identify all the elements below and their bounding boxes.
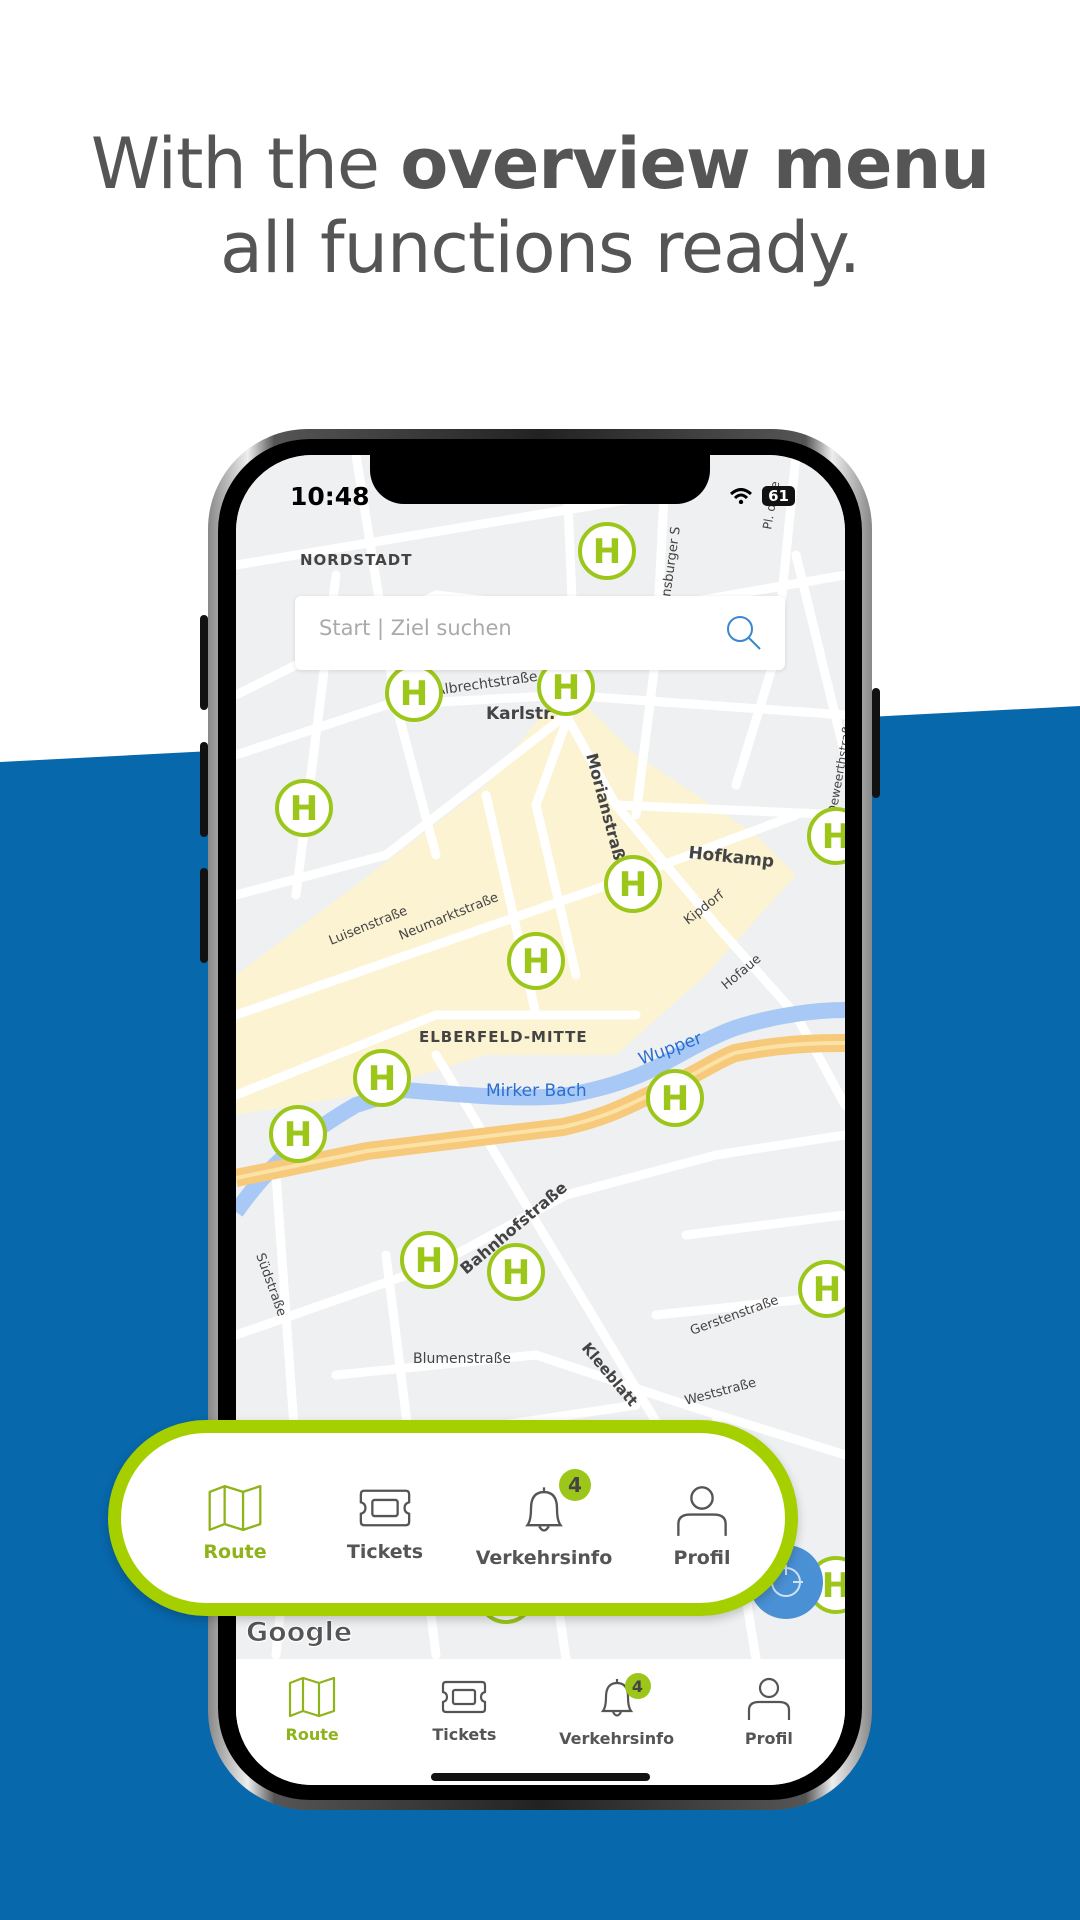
map-label: NORDSTADT — [300, 551, 412, 569]
tab-profil[interactable]: Profil — [693, 1659, 845, 1785]
tab-label: Route — [203, 1541, 267, 1563]
tab-label: Tickets — [432, 1725, 497, 1744]
map-icon — [208, 1485, 262, 1531]
bottom-tab-bar: Route Tickets 4 Verkehrsinfo Profil — [236, 1659, 845, 1785]
person-icon — [677, 1486, 727, 1536]
bus-stop-symbol: H — [813, 1270, 841, 1310]
tab-label: Route — [285, 1725, 339, 1744]
callout-tab-profil[interactable]: Profil — [627, 1433, 777, 1603]
ticket-icon — [442, 1680, 487, 1714]
overview-menu-callout: Route Tickets 4 Verkehrsinfo Profil — [108, 1420, 798, 1616]
bus-stop-symbol: H — [368, 1059, 396, 1099]
bus-stop-symbol: H — [593, 532, 621, 572]
bus-stop-symbol: H — [415, 1241, 443, 1281]
search-input[interactable] — [319, 616, 699, 640]
headline-line2: all functions ready. — [219, 207, 861, 289]
callout-tab-verkehrsinfo[interactable]: 4 Verkehrsinfo — [469, 1433, 619, 1603]
home-indicator — [431, 1773, 650, 1781]
map-label: ELBERFELD-MITTE — [419, 1028, 588, 1046]
wifi-icon — [730, 488, 753, 504]
person-icon — [747, 1677, 790, 1720]
headline-prefix: With the — [90, 123, 401, 205]
bus-stop-symbol: H — [400, 674, 428, 714]
phone-side-button — [200, 615, 208, 710]
notch — [370, 455, 710, 504]
map-icon — [289, 1677, 336, 1717]
status-icons: 61 — [730, 486, 795, 506]
tab-tickets[interactable]: Tickets — [388, 1659, 540, 1785]
tab-route[interactable]: Route — [236, 1659, 388, 1785]
notification-badge: 4 — [559, 1469, 591, 1501]
map-label: Blumenstraße — [413, 1351, 511, 1367]
callout-tab-tickets[interactable]: Tickets — [310, 1433, 460, 1603]
phone-side-button — [200, 868, 208, 963]
search-bar[interactable] — [295, 596, 785, 670]
bus-stop-symbol: H — [502, 1253, 530, 1293]
tab-label: Profil — [744, 1729, 793, 1748]
notification-badge: 4 — [624, 1673, 651, 1699]
phone-power-button — [872, 688, 880, 798]
tab-label: Verkehrsinfo — [475, 1547, 613, 1569]
tab-label: Verkehrsinfo — [559, 1729, 675, 1748]
google-logo: Google — [245, 1617, 353, 1649]
battery-indicator: 61 — [762, 486, 795, 506]
search-icon[interactable] — [725, 614, 763, 652]
bus-stop-symbol: H — [822, 1566, 845, 1606]
bus-stop-symbol: H — [284, 1115, 312, 1155]
ticket-icon — [359, 1489, 411, 1527]
tab-label: Tickets — [346, 1541, 424, 1563]
bus-stop-symbol: H — [661, 1079, 689, 1119]
headline-bold: overview menu — [400, 123, 990, 205]
map-label: Mirker Bach — [486, 1081, 587, 1101]
bus-stop-symbol: H — [522, 942, 550, 982]
status-time: 10:48 — [290, 482, 370, 511]
tab-label: Profil — [673, 1547, 731, 1569]
headline: With the overview menu all functions rea… — [0, 122, 1080, 290]
bus-stop-symbol: H — [822, 817, 845, 857]
bus-stop-symbol: H — [290, 789, 318, 829]
phone-side-button — [200, 742, 208, 837]
bus-stop-symbol: H — [619, 865, 647, 905]
tab-verkehrsinfo[interactable]: 4 Verkehrsinfo — [541, 1659, 693, 1785]
bus-stop-symbol: H — [552, 668, 580, 708]
callout-tab-route[interactable]: Route — [160, 1433, 310, 1603]
